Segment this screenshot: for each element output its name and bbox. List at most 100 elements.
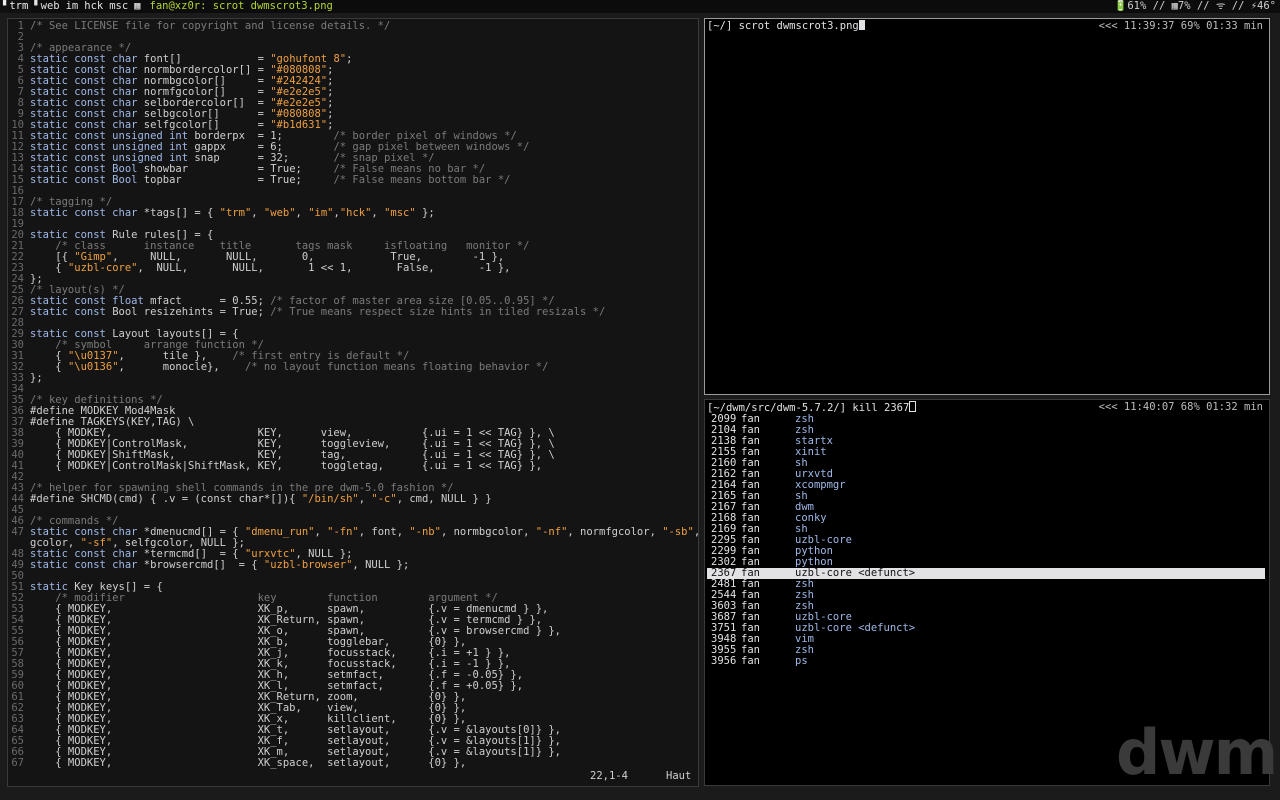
code-line[interactable]: 1/* See LICENSE file for copyright and l… <box>8 20 698 32</box>
tag-web[interactable]: ▘web <box>31 0 62 13</box>
code-line[interactable]: 18 static const char *tags[] = { "trm", "… <box>8 207 698 219</box>
code-token: , <box>295 207 309 219</box>
vim-editor-window[interactable]: 1/* See LICENSE file for copyright and l… <box>7 18 699 787</box>
code-token: , <box>251 207 264 219</box>
code-line[interactable]: 32 { "\u0136", monocle}, /* no layout fu… <box>8 361 698 373</box>
code-token: , font, <box>358 526 410 538</box>
process-row: 2155 fan xinit <box>705 447 1269 458</box>
code-token: "-fn" <box>327 526 359 538</box>
tag-list: ▘trm ▘web im hck msc <box>0 0 131 13</box>
process-row: 2302 fan python <box>705 557 1269 568</box>
code-token: static const <box>30 306 113 318</box>
terminal-window-top[interactable]: [~/] scrot dwmscrot3.png <<< 11:39:37 69… <box>704 18 1270 395</box>
code-token: , normbgcolor, <box>440 526 536 538</box>
code-token: , NULL, NULL, 1 << 1, False, -1 }, <box>137 262 511 274</box>
process-row: 2160 fan sh <box>705 458 1269 469</box>
process-row: 2295 fan uzbl-core <box>705 535 1269 546</box>
dwm-status-bar: ▘trm ▘web im hck msc ▦ fan@xz0r: scrot dwmscro… <box>0 0 1280 13</box>
code-token: "trm" <box>219 207 252 219</box>
code-token: , <box>314 526 328 538</box>
code-token: #define SHCMD(cmd) { .v = (const char*[]… <box>30 493 302 505</box>
code-line[interactable]: 67 { MODKEY, XK_space, setlayout, {0} }, <box>8 757 698 769</box>
code-token: "msc" <box>384 207 416 219</box>
code-token: "\u0136" <box>67 361 119 373</box>
code-token: "uzbl-core" <box>67 262 138 274</box>
process-pid: 3956 <box>711 655 737 667</box>
process-row: 2165 fan sh <box>705 491 1269 502</box>
line-number: 47 <box>11 526 24 538</box>
code-token: , cmd, NULL } } <box>396 493 492 505</box>
code-token: , NULL }; <box>352 559 410 571</box>
code-token: , monocle}, <box>118 361 245 373</box>
process-row: 2299 fan python <box>705 546 1269 557</box>
process-row: 3948 fan vim <box>705 634 1269 645</box>
process-row: 2138 fan startx <box>705 436 1269 447</box>
process-row: 2367 fan uzbl-core <defunct> <box>707 568 1265 579</box>
dwm-logo: dwm <box>1116 716 1278 789</box>
code-token: "/bin/sh" <box>301 493 359 505</box>
code-token: "dmenu_run" <box>244 526 315 538</box>
code-token: , <box>371 207 385 219</box>
process-row: 3956 fan ps <box>705 656 1269 667</box>
code-token: static const Bool <box>30 174 144 186</box>
code-token: /* False means bottom bar */ <box>333 174 511 186</box>
vim-status-line: 22,1-4 Haut <box>8 770 698 782</box>
line-number: 67 <box>11 757 24 769</box>
code-line[interactable]: 41 { MODKEY|ControlMask|ShiftMask, KEY, … <box>8 460 698 472</box>
process-row: 2099 fan zsh <box>705 414 1269 425</box>
code-token: "-nf" <box>535 526 568 538</box>
code-token: *browsercmd[] = { <box>143 559 264 571</box>
code-text: /* See LICENSE file for copyright and li… <box>30 20 391 32</box>
process-row: 2544 fan zsh <box>705 590 1269 601</box>
code-token: "-nb" <box>409 526 441 538</box>
code-token: , normfgcolor, <box>567 526 663 538</box>
code-line[interactable]: 23 { "uzbl-core", NULL, NULL, 1 << 1, Fa… <box>8 262 698 274</box>
code-line[interactable]: 27 static const Bool resizehints = True; … <box>8 306 698 318</box>
cursor-block-icon <box>858 20 865 30</box>
code-token: , <box>358 493 372 505</box>
code-token: }; <box>415 207 435 219</box>
code-line[interactable]: 49 static const char *browsercmd[] = { "u… <box>8 559 698 571</box>
process-user: fan <box>741 655 760 667</box>
process-row: 3687 fan uzbl-core <box>705 612 1269 623</box>
code-token: static const char <box>30 207 144 219</box>
process-row: 3955 fan zsh <box>705 645 1269 656</box>
process-row: 2104 fan zsh <box>705 425 1269 436</box>
code-text: }; <box>30 372 43 384</box>
code-line[interactable]: 15 static const Bool topbar = True; /* Fa… <box>8 174 698 186</box>
code-line[interactable]: 44 #define SHCMD(cmd) { .v = (const char*… <box>8 493 698 505</box>
tag-trm[interactable]: ▘trm <box>0 0 32 13</box>
process-row: 2481 fan zsh <box>705 579 1269 590</box>
code-token: /* no layout function means floating beh… <box>244 361 549 373</box>
code-text: { MODKEY|ControlMask|ShiftMask, KEY, tog… <box>30 460 543 472</box>
code-line[interactable]: 33}; <box>8 372 698 384</box>
prompt-right-status: <<< 11:40:07 68% 01:32 min <box>1098 401 1263 413</box>
code-token: "-c" <box>371 493 397 505</box>
process-command: ps <box>795 655 808 667</box>
code-token: , selb <box>694 526 698 538</box>
code-token: "im" <box>308 207 334 219</box>
process-row: 2162 fan urxvtd <box>705 469 1269 480</box>
cursor-position: 22,1-4 <box>590 770 628 782</box>
tag-im[interactable]: im <box>63 0 82 13</box>
process-row: 3751 fan uzbl-core <defunct> <box>705 623 1269 634</box>
code-token: static const char <box>30 559 144 571</box>
prompt-right-status: <<< 11:39:37 69% 01:33 min <box>1098 20 1263 32</box>
process-row: 3603 fan zsh <box>705 601 1269 612</box>
process-row: 2168 fan conky <box>705 513 1269 524</box>
process-row: 2164 fan xcompmgr <box>705 480 1269 491</box>
process-row: 2169 fan sh <box>705 524 1269 535</box>
code-token: "web" <box>263 207 296 219</box>
tag-hck[interactable]: hck <box>81 0 106 13</box>
prompt-text: [~/] scrot dwmscrot3.png <box>707 20 859 32</box>
code-token: *tags[] = { <box>143 207 220 219</box>
terminal-prompt[interactable]: [~/] scrot dwmscrot3.png <box>707 20 865 32</box>
code-text: { MODKEY, XK_space, setlayout, {0} }, <box>30 757 467 769</box>
layout-symbol-icon[interactable]: ▦ <box>131 0 143 13</box>
code-token: "uzbl-browser" <box>263 559 353 571</box>
process-list: 2099 fan zsh 2104 fan zsh 2138 fan startx 2155 fan… <box>705 414 1269 667</box>
scroll-position: Haut <box>666 770 692 782</box>
code-buffer[interactable]: 1/* See LICENSE file for copyright and l… <box>8 20 698 769</box>
window-title: fan@xz0r: scrot dwmscrot3.png <box>149 0 333 12</box>
tag-msc[interactable]: msc <box>106 0 131 13</box>
